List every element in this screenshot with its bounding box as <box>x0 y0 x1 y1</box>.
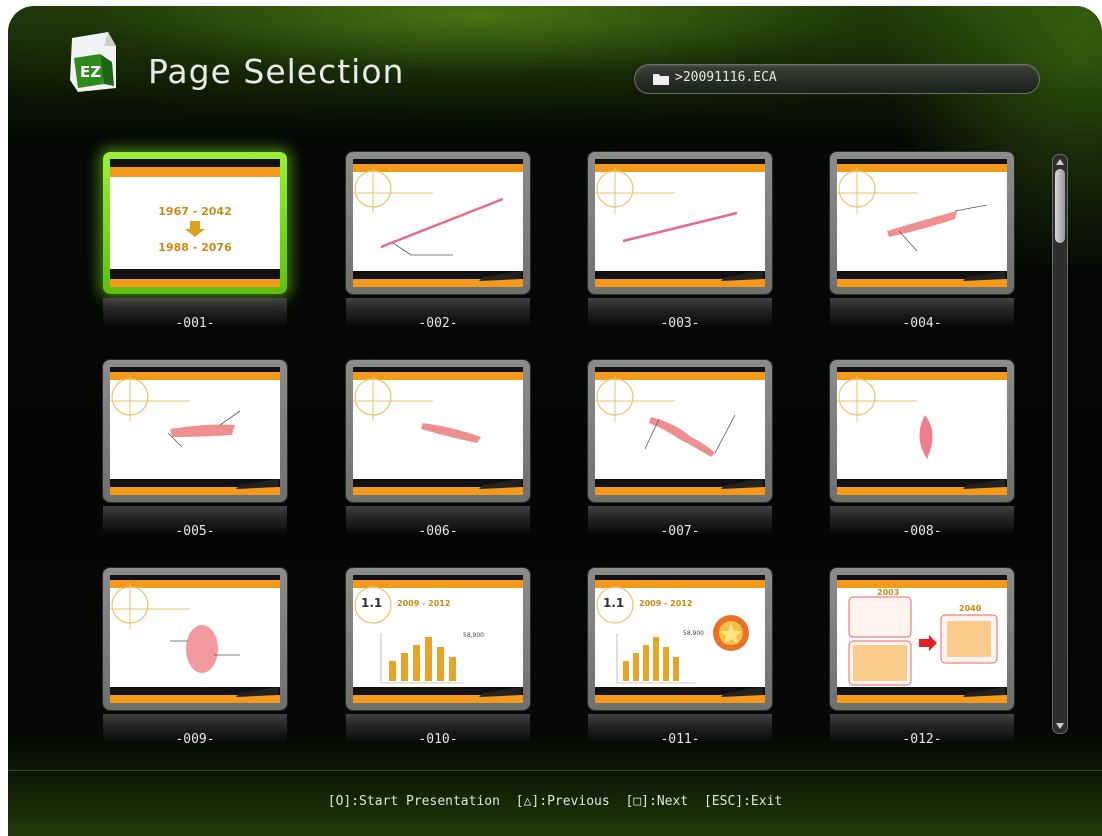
start-presentation-hint: [O]:Start Presentation <box>327 794 500 809</box>
svg-text:1988 - 2076: 1988 - 2076 <box>158 241 232 254</box>
page-thumbnail[interactable]: 1.1 2009 - 2012 58,900 <box>346 568 530 710</box>
page-thumbnail[interactable]: 1967 - 2042 1988 - 2076 <box>103 152 287 294</box>
slide-preview: 1.1 2009 - 2012 58,900 <box>353 575 523 703</box>
page-thumbnail[interactable] <box>103 568 287 710</box>
page-thumbnail[interactable] <box>830 360 1014 502</box>
ez-logo-icon: EZ <box>64 28 122 96</box>
page-label: -009- <box>175 732 215 747</box>
page-thumbnail[interactable] <box>346 360 530 502</box>
page-thumbnail[interactable]: 1.1 2009 - 2012 58,900 <box>588 568 772 710</box>
page-title: Page Selection <box>148 52 405 91</box>
footer-hints: [O]:Start Presentation [△]:Previous [□]:… <box>8 794 1102 809</box>
path-field: >20091116.ECA <box>634 64 1040 94</box>
page-label: -007- <box>660 524 700 539</box>
slide-preview: 1967 - 2042 1988 - 2076 <box>110 159 280 287</box>
svg-text:2009 - 2012: 2009 - 2012 <box>397 599 450 608</box>
scrollbar[interactable] <box>1052 154 1068 734</box>
slide-preview <box>110 575 280 703</box>
svg-text:2040: 2040 <box>959 604 982 613</box>
page-thumbnail[interactable] <box>588 152 772 294</box>
svg-text:58,900: 58,900 <box>683 630 704 637</box>
page-thumbnail[interactable] <box>346 152 530 294</box>
slide-preview <box>837 159 1007 287</box>
svg-text:2003: 2003 <box>877 588 899 597</box>
svg-text:58,900: 58,900 <box>463 632 484 639</box>
svg-text:1967 - 2042: 1967 - 2042 <box>158 205 231 218</box>
slide-preview <box>595 159 765 287</box>
page-label: -002- <box>418 316 458 331</box>
slide-preview <box>595 367 765 495</box>
exit-hint: [ESC]:Exit <box>703 794 783 809</box>
page-thumbnail[interactable] <box>830 152 1014 294</box>
slide-preview <box>353 367 523 495</box>
folder-icon <box>653 74 669 85</box>
slide-preview <box>110 367 280 495</box>
slide-preview: 1.1 2009 - 2012 58,900 <box>595 575 765 703</box>
page-thumbnail[interactable]: 2003 2040 <box>830 568 1014 710</box>
svg-text:1.1: 1.1 <box>361 596 382 610</box>
page-label: -008- <box>902 524 942 539</box>
scroll-down-icon[interactable] <box>1055 721 1065 731</box>
scroll-up-icon[interactable] <box>1055 157 1065 167</box>
page-label: -010- <box>418 732 458 747</box>
footer-divider <box>8 770 1102 771</box>
svg-text:1.1: 1.1 <box>603 596 624 610</box>
page-label: -005- <box>175 524 215 539</box>
slide-preview <box>837 367 1007 495</box>
slide-preview <box>353 159 523 287</box>
page-label: -012- <box>902 732 942 747</box>
page-thumbnail[interactable] <box>103 360 287 502</box>
scroll-thumb[interactable] <box>1055 169 1065 243</box>
next-hint: [□]:Next <box>625 794 689 809</box>
path-text: >20091116.ECA <box>675 70 777 85</box>
slide-preview: 2003 2040 <box>837 575 1007 703</box>
page-label: -004- <box>902 316 942 331</box>
svg-text:2009 - 2012: 2009 - 2012 <box>639 599 692 608</box>
page-thumbnail[interactable] <box>588 360 772 502</box>
app-window: EZ Page Selection >20091116.ECA 1967 - 2… <box>8 6 1102 836</box>
page-label: -001- <box>175 316 215 331</box>
svg-text:EZ: EZ <box>80 63 101 81</box>
page-label: -003- <box>660 316 700 331</box>
page-label: -006- <box>418 524 458 539</box>
previous-hint: [△]:Previous <box>515 794 610 809</box>
page-label: -011- <box>660 732 700 747</box>
